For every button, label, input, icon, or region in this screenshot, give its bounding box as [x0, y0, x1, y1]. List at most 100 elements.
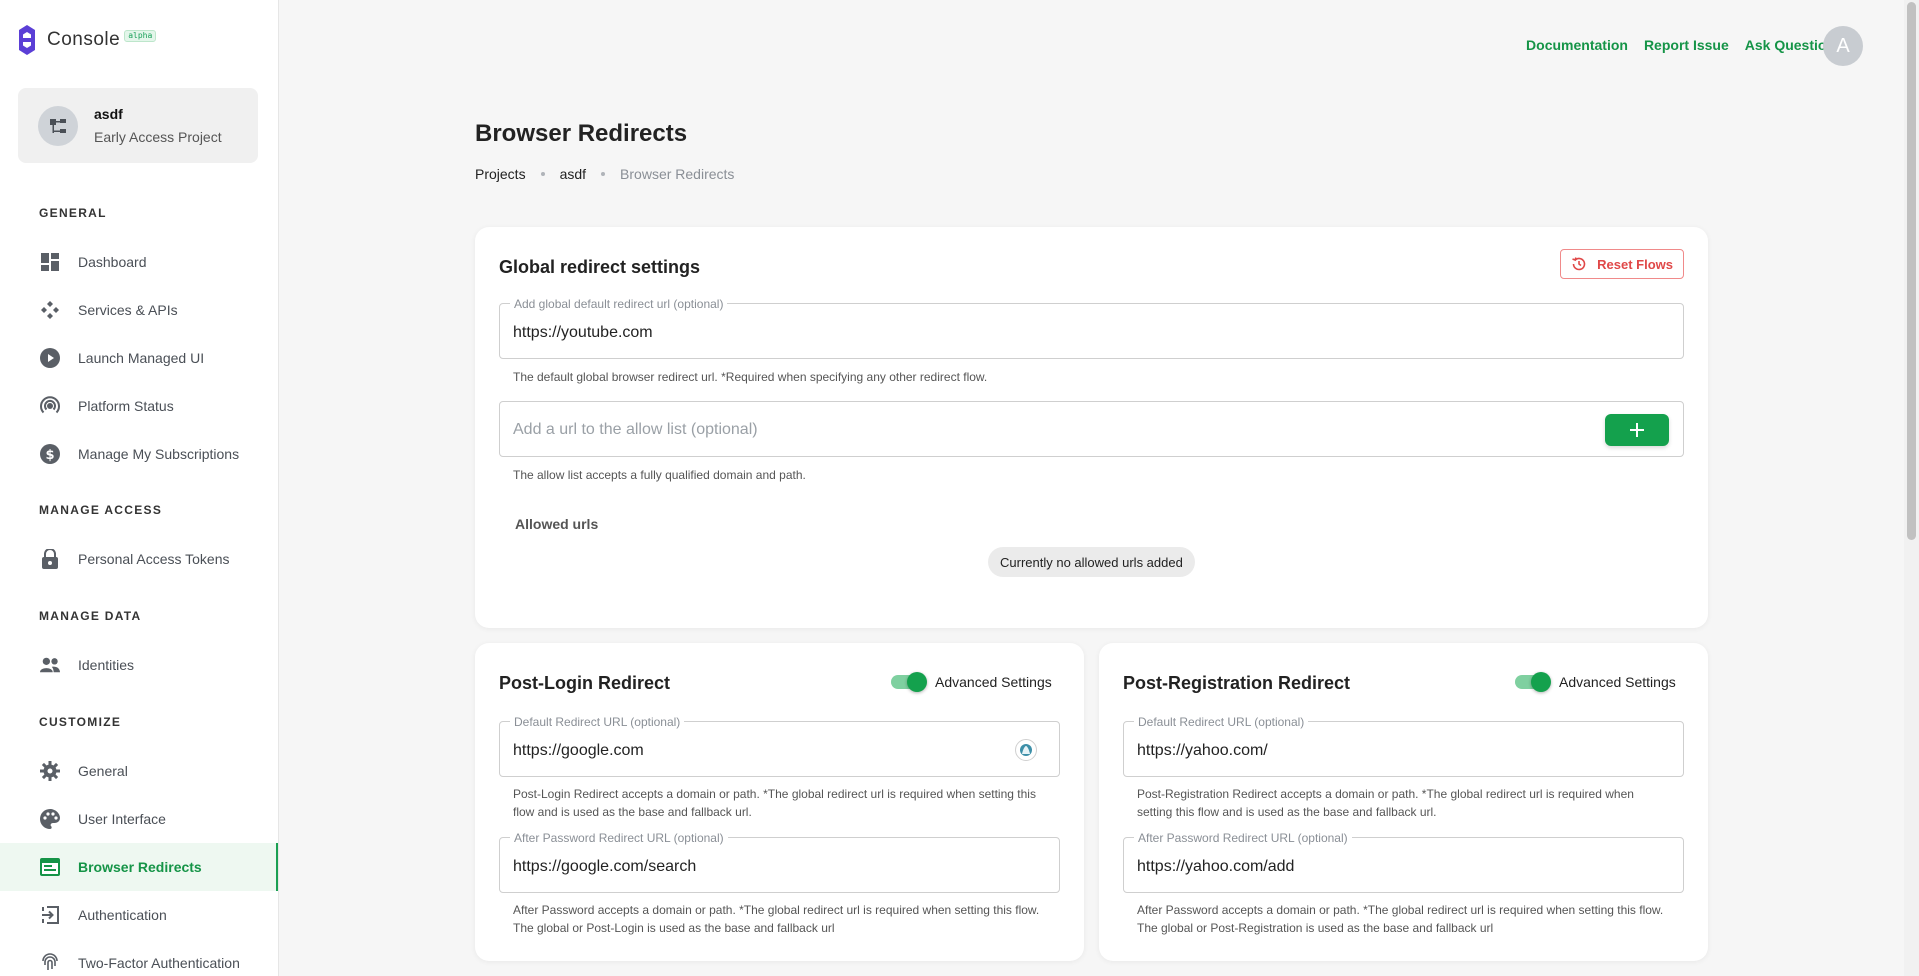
sidebar-item-label: Personal Access Tokens [78, 551, 230, 567]
advanced-settings-switch[interactable] [1513, 672, 1551, 692]
advanced-settings-label: Advanced Settings [935, 674, 1052, 690]
post-login-after-password-label: After Password Redirect URL (optional) [510, 831, 728, 845]
breadcrumb-separator [540, 172, 545, 176]
post-registration-card: Post-Registration Redirect Advanced Sett… [1099, 643, 1708, 961]
add-allowed-url-button[interactable] [1605, 414, 1669, 446]
app-name: Console [47, 29, 121, 50]
helper-line: After Password accepts a domain or path.… [513, 903, 1040, 917]
sidebar-item-manage-subscriptions[interactable]: $ Manage My Subscriptions [0, 430, 278, 478]
advanced-settings-switch[interactable] [889, 672, 927, 692]
project-subtitle: Early Access Project [94, 129, 222, 145]
history-icon [1572, 257, 1586, 271]
allowed-urls-title: Allowed urls [515, 516, 599, 532]
sidebar-item-general[interactable]: General [0, 747, 278, 795]
sidebar-item-label: Identities [78, 657, 135, 673]
breadcrumb-current: Browser Redirects [620, 166, 735, 182]
breadcrumb-project[interactable]: asdf [560, 166, 586, 182]
global-default-url-label: Add global default redirect url (optiona… [510, 297, 728, 311]
post-registration-after-password-field[interactable]: After Password Redirect URL (optional) h… [1123, 831, 1684, 893]
post-login-default-url-field[interactable]: Default Redirect URL (optional) https://… [499, 715, 1060, 777]
section-title-customize: CUSTOMIZE [39, 715, 122, 729]
alpha-badge: alpha [124, 30, 157, 42]
sidebar-item-user-interface[interactable]: User Interface [0, 795, 278, 843]
ask-question-link[interactable]: Ask Question [1745, 37, 1835, 53]
sidebar-item-two-factor-authentication[interactable]: Two-Factor Authentication [0, 939, 278, 976]
breadcrumb-projects[interactable]: Projects [475, 166, 526, 182]
helper-line: The global or Post-Login is used as the … [513, 921, 835, 935]
section-title-manage-data: MANAGE DATA [39, 609, 142, 623]
sidebar-item-label: User Interface [78, 811, 166, 827]
post-registration-title: Post-Registration Redirect [1123, 673, 1351, 693]
console-logo-icon [19, 25, 35, 55]
breadcrumb: Projects asdf Browser Redirects [475, 166, 734, 182]
post-registration-default-url-label: Default Redirect URL (optional) [1134, 715, 1309, 729]
sidebar-item-identities[interactable]: Identities [0, 641, 278, 689]
global-default-url-value: https://youtube.com [513, 324, 653, 341]
gear-icon [40, 761, 60, 781]
dashboard-icon [40, 252, 60, 272]
post-login-default-helper: Post-Login Redirect accepts a domain or … [513, 785, 1053, 821]
sidebar-item-launch-managed-ui[interactable]: Launch Managed UI [0, 334, 278, 382]
global-redirect-card: Global redirect settings Reset Flows Add… [475, 227, 1708, 628]
lock-icon [40, 549, 60, 569]
helper-line: Post-Login Redirect accepts a domain or … [513, 787, 1036, 801]
post-registration-default-url-field[interactable]: Default Redirect URL (optional) https://… [1123, 715, 1684, 777]
project-structure-icon [50, 118, 66, 133]
sidebar-item-label: Platform Status [78, 398, 174, 414]
plus-icon [1630, 423, 1644, 437]
post-login-default-url-value: https://google.com [513, 742, 644, 759]
project-name: asdf [94, 106, 123, 122]
sidebar-item-label: Two-Factor Authentication [78, 955, 240, 971]
sidebar-item-personal-access-tokens[interactable]: Personal Access Tokens [0, 535, 278, 583]
post-registration-advanced-toggle[interactable]: Advanced Settings [1513, 672, 1676, 692]
reset-flows-button[interactable]: Reset Flows [1560, 249, 1684, 279]
sidebar-item-browser-redirects[interactable]: Browser Redirects [0, 843, 278, 891]
sidebar-item-label: General [78, 763, 128, 779]
reset-flows-label: Reset Flows [1597, 256, 1673, 272]
fingerprint-icon [40, 953, 60, 973]
helper-line: After Password accepts a domain or path.… [1137, 903, 1664, 917]
palette-icon [40, 809, 60, 829]
sidebar-item-label: Services & APIs [78, 302, 178, 318]
documentation-link[interactable]: Documentation [1526, 37, 1628, 53]
people-icon [40, 655, 60, 675]
dollar-icon: $ [40, 444, 60, 464]
allow-list-helper: The allow list accepts a fully qualified… [513, 468, 806, 482]
no-allowed-urls-chip: Currently no allowed urls added [988, 547, 1195, 577]
autofill-icon[interactable] [1015, 739, 1037, 761]
app-logo[interactable]: Console alpha [18, 24, 157, 56]
post-registration-default-url-value: https://yahoo.com/ [1137, 742, 1268, 759]
post-registration-after-helper: After Password accepts a domain or path.… [1137, 901, 1682, 937]
play-icon [40, 348, 60, 368]
project-switcher[interactable]: asdf Early Access Project [18, 88, 258, 163]
breadcrumb-separator [601, 172, 606, 176]
allow-list-placeholder: Add a url to the allow list (optional) [513, 421, 758, 438]
scrollbar-thumb[interactable] [1907, 2, 1916, 540]
global-default-url-helper: The default global browser redirect url.… [513, 370, 988, 384]
sidebar-item-dashboard[interactable]: Dashboard [0, 238, 278, 286]
post-login-after-helper: After Password accepts a domain or path.… [513, 901, 1058, 937]
svg-text:$: $ [45, 448, 54, 463]
header-links: Documentation Report Issue Ask Question [1526, 37, 1835, 53]
post-login-after-password-value: https://google.com/search [513, 858, 697, 875]
post-login-advanced-toggle[interactable]: Advanced Settings [889, 672, 1052, 692]
helper-line: The global or Post-Registration is used … [1137, 921, 1494, 935]
sidebar-item-services-apis[interactable]: Services & APIs [0, 286, 278, 334]
post-login-card: Post-Login Redirect Advanced Settings De… [475, 643, 1084, 961]
report-issue-link[interactable]: Report Issue [1644, 37, 1729, 53]
page-title: Browser Redirects [475, 120, 688, 147]
post-login-after-password-field[interactable]: After Password Redirect URL (optional) h… [499, 831, 1060, 893]
broadcast-icon [40, 396, 60, 416]
helper-line: flow and is used as the base and fallbac… [513, 805, 752, 819]
user-avatar[interactable]: A [1823, 26, 1863, 66]
login-icon [40, 905, 60, 925]
sidebar-item-label: Launch Managed UI [78, 350, 205, 366]
page-scrollbar[interactable] [1904, 0, 1919, 976]
sidebar-item-platform-status[interactable]: Platform Status [0, 382, 278, 430]
browser-icon [40, 857, 60, 877]
sidebar-item-authentication[interactable]: Authentication [0, 891, 278, 939]
section-title-general: GENERAL [39, 206, 107, 220]
global-card-title: Global redirect settings [499, 257, 701, 277]
allow-list-field[interactable]: Add a url to the allow list (optional) [499, 401, 1684, 457]
global-default-url-field[interactable]: Add global default redirect url (optiona… [499, 297, 1684, 359]
